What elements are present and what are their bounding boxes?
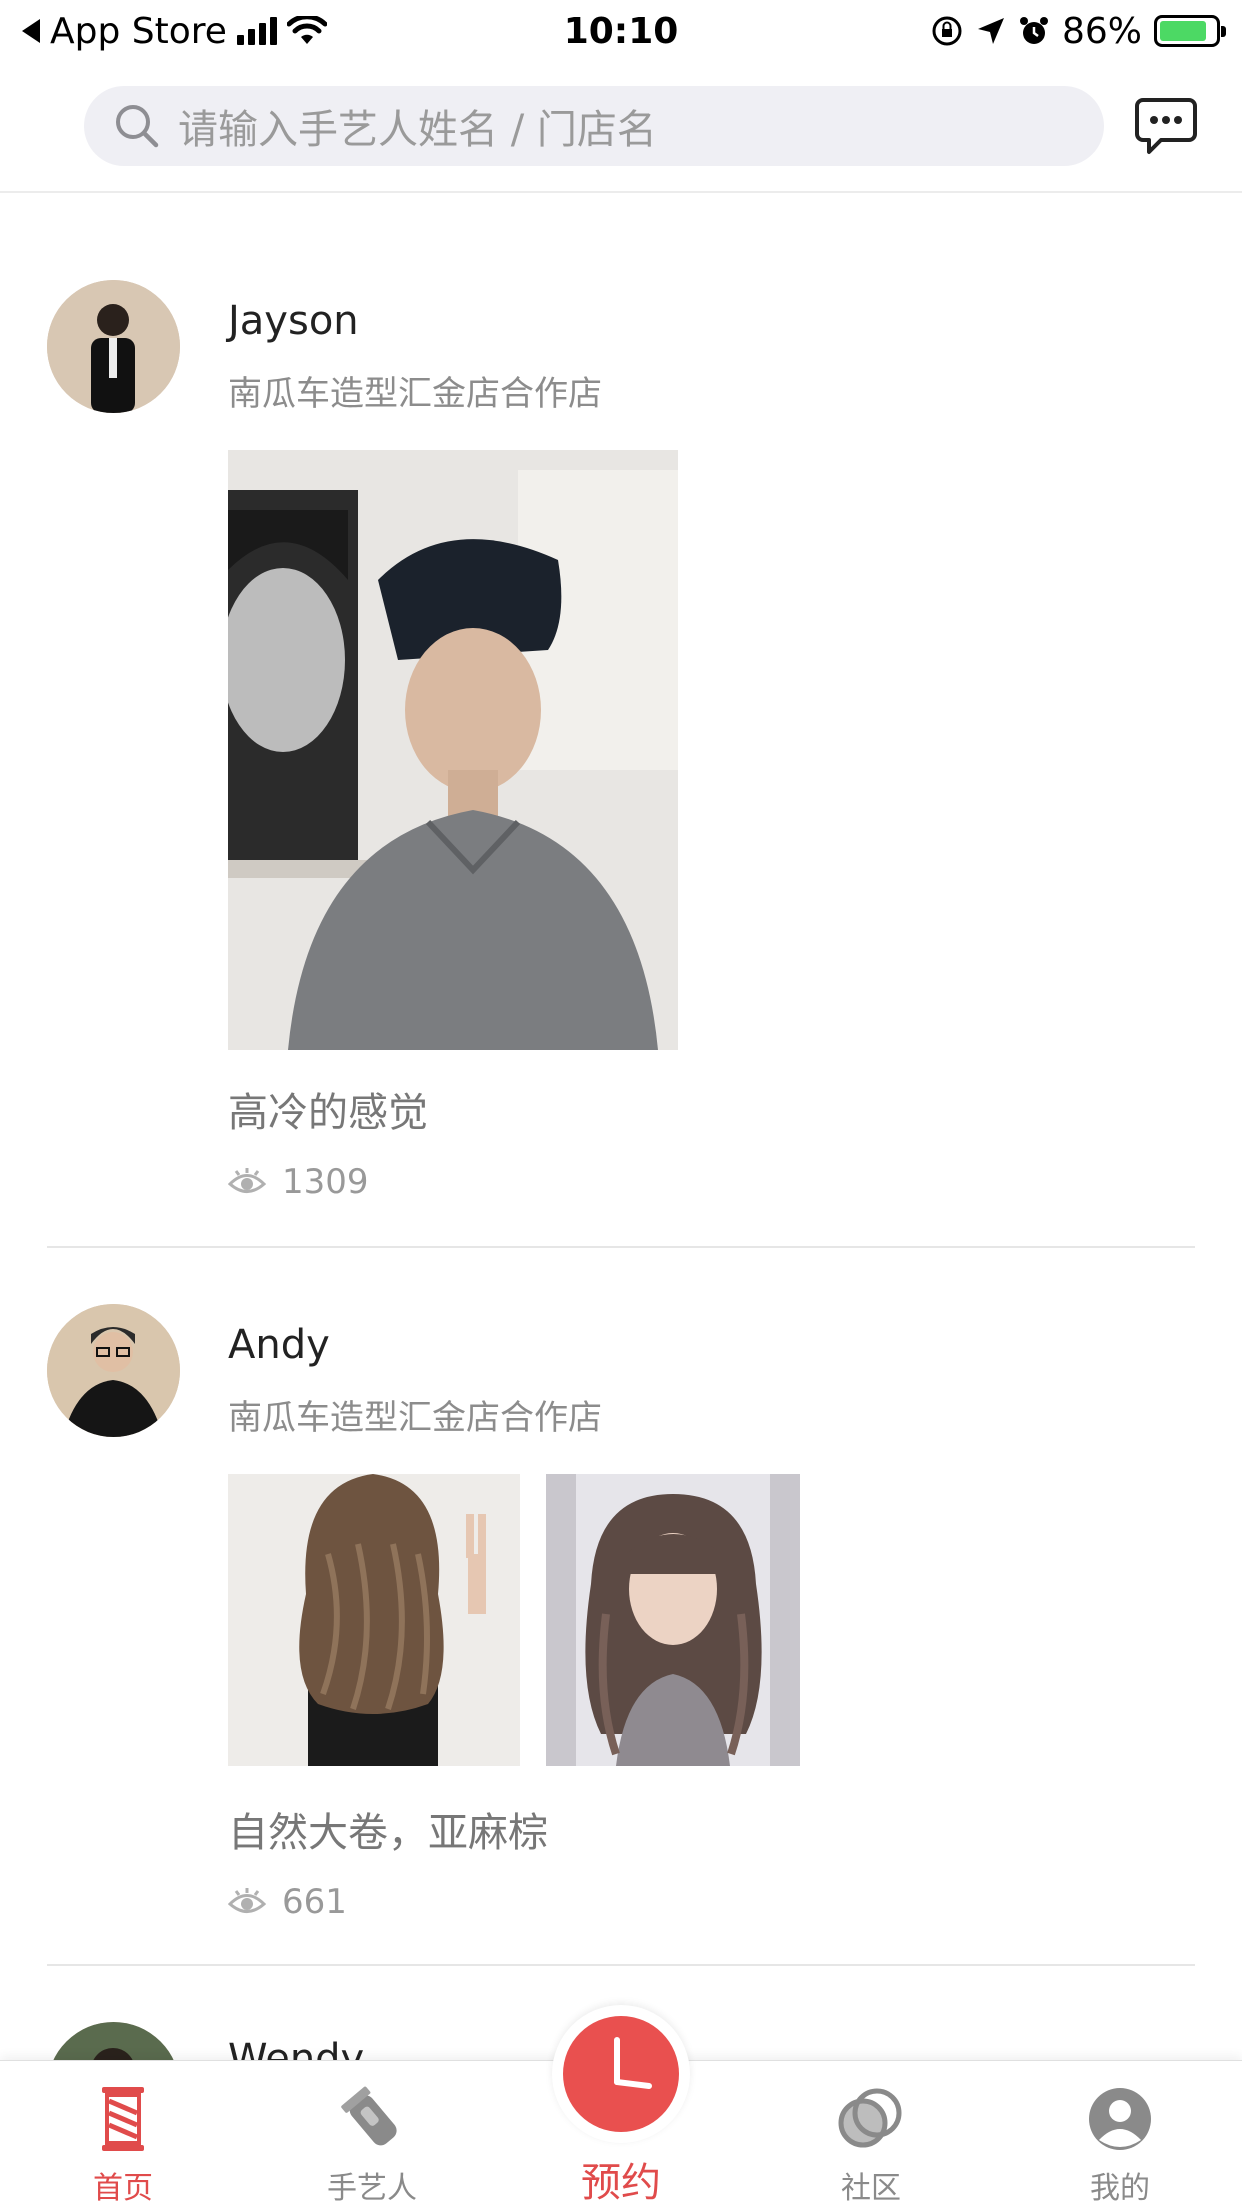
booking-label[interactable]: 预约 (540, 2150, 702, 2208)
avatar[interactable] (47, 280, 180, 413)
author-shop: 南瓜车造型汇金店合作店 (228, 374, 602, 414)
post-caption: 自然大卷，亚麻棕 (228, 1810, 548, 1856)
view-count: 661 (228, 1882, 347, 1922)
search-icon (116, 105, 159, 148)
clipper-icon (336, 2083, 408, 2155)
eye-icon (228, 1888, 266, 1913)
community-circles-icon (835, 2083, 907, 2155)
post-divider (47, 1964, 1195, 1966)
chat-bubble-icon[interactable] (1135, 96, 1197, 156)
tab-home[interactable]: 首页 (23, 2061, 223, 2208)
back-to-app[interactable]: App Store (22, 11, 327, 52)
battery-icon (1154, 15, 1226, 47)
clock-icon (614, 2037, 652, 2089)
tab-artisans[interactable]: 手艺人 (272, 2061, 472, 2208)
status-bar: App Store 10:10 86% (0, 0, 1242, 62)
view-count-value: 1309 (282, 1162, 369, 1202)
back-arrow-icon (22, 19, 40, 43)
author-name[interactable]: Andy (228, 1322, 330, 1368)
alarm-icon (1019, 17, 1048, 44)
eye-icon (228, 1168, 266, 1193)
post-divider (47, 1246, 1195, 1248)
back-app-label: App Store (50, 10, 227, 52)
rotation-lock-icon (932, 16, 962, 46)
cellular-signal-icon (236, 17, 277, 45)
barber-pole-icon (87, 2083, 159, 2155)
post-caption: 高冷的感觉 (228, 1090, 428, 1136)
tab-community[interactable]: 社区 (771, 2061, 971, 2208)
tab-label: 社区 (841, 2171, 901, 2206)
location-arrow-icon (977, 18, 1004, 44)
search-placeholder: 请输入手艺人姓名 / 门店名 (178, 107, 657, 153)
post-photo[interactable] (228, 450, 678, 1050)
author-shop: 南瓜车造型汇金店合作店 (228, 1398, 602, 1438)
tab-label: 我的 (1090, 2171, 1150, 2206)
wifi-icon (286, 16, 327, 44)
booking-button[interactable] (552, 2005, 690, 2143)
search-input[interactable]: 请输入手艺人姓名 / 门店名 (84, 86, 1104, 166)
profile-icon (1084, 2083, 1156, 2155)
avatar[interactable] (47, 1304, 180, 1437)
post-photo[interactable] (228, 1474, 520, 1766)
view-count-value: 661 (282, 1882, 347, 1922)
tab-label: 手艺人 (327, 2171, 417, 2206)
battery-percent: 86% (1061, 10, 1142, 52)
tab-label: 首页 (93, 2171, 153, 2206)
header-divider (0, 191, 1242, 193)
author-name[interactable]: Jayson (228, 298, 359, 344)
tab-mine[interactable]: 我的 (1020, 2061, 1220, 2208)
post-photo[interactable] (546, 1474, 800, 1766)
view-count: 1309 (228, 1162, 369, 1202)
